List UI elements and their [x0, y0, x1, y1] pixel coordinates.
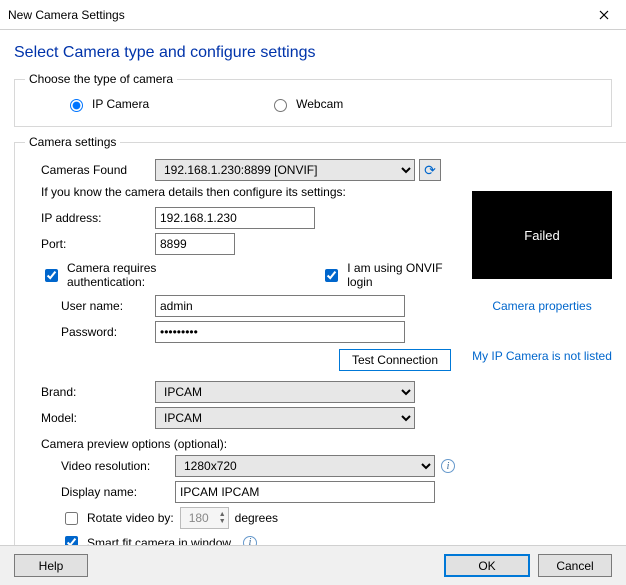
display-name-label: Display name: — [25, 485, 175, 499]
spinner-arrows-icon[interactable]: ▲▼ — [217, 511, 228, 525]
port-input[interactable] — [155, 233, 235, 255]
username-label: User name: — [25, 299, 155, 313]
password-input[interactable] — [155, 321, 405, 343]
ok-button[interactable]: OK — [444, 554, 530, 577]
username-input[interactable] — [155, 295, 405, 317]
brand-select[interactable]: IPCAM — [155, 381, 415, 403]
camera-properties-link[interactable]: Camera properties — [492, 299, 591, 313]
onvif-login-checkbox[interactable] — [325, 269, 338, 282]
radio-ip-camera-label: IP Camera — [92, 97, 149, 111]
cancel-button[interactable]: Cancel — [538, 554, 612, 577]
camera-type-group: Choose the type of camera IP Camera Webc… — [14, 72, 612, 127]
page-headline: Select Camera type and configure setting… — [14, 44, 612, 62]
camera-settings-group: Camera settings Cameras Found 192.168.1.… — [14, 135, 626, 567]
model-label: Model: — [25, 411, 155, 425]
radio-webcam[interactable]: Webcam — [269, 96, 343, 112]
requires-auth-checkbox[interactable] — [45, 269, 58, 282]
radio-ip-camera[interactable]: IP Camera — [65, 96, 149, 112]
refresh-button[interactable]: ⟳ — [419, 159, 441, 181]
config-hint: If you know the camera details then conf… — [41, 185, 455, 199]
camera-type-legend: Choose the type of camera — [25, 72, 177, 86]
onvif-login-label: I am using ONVIF login — [347, 261, 455, 289]
requires-auth-label: Camera requires authentication: — [67, 261, 219, 289]
rotate-degrees-spinner[interactable]: ▲▼ — [180, 507, 229, 529]
refresh-icon: ⟳ — [424, 162, 436, 179]
model-select[interactable]: IPCAM — [155, 407, 415, 429]
radio-ip-camera-input[interactable] — [70, 99, 83, 112]
rotate-video-checkbox[interactable] — [65, 512, 78, 525]
close-button[interactable] — [581, 0, 626, 30]
rotate-degrees-input — [181, 508, 217, 528]
close-icon — [599, 10, 609, 20]
ip-address-label: IP address: — [25, 211, 155, 225]
cameras-found-select[interactable]: 192.168.1.230:8899 [ONVIF] — [155, 159, 415, 181]
port-label: Port: — [25, 237, 155, 251]
brand-label: Brand: — [25, 385, 155, 399]
camera-preview: Failed — [472, 191, 612, 279]
window-title: New Camera Settings — [8, 8, 581, 22]
ip-address-input[interactable] — [155, 207, 315, 229]
help-button[interactable]: Help — [14, 554, 88, 577]
display-name-input[interactable] — [175, 481, 435, 503]
rotate-video-label: Rotate video by: — [87, 511, 174, 525]
preview-status-text: Failed — [524, 228, 559, 243]
cameras-found-label: Cameras Found — [25, 163, 155, 177]
radio-webcam-label: Webcam — [296, 97, 343, 111]
resolution-label: Video resolution: — [25, 459, 175, 473]
not-listed-link[interactable]: My IP Camera is not listed — [472, 349, 612, 363]
info-icon[interactable]: i — [441, 459, 455, 473]
radio-webcam-input[interactable] — [274, 99, 287, 112]
preview-options-heading: Camera preview options (optional): — [41, 437, 455, 451]
password-label: Password: — [25, 325, 155, 339]
rotate-unit-label: degrees — [235, 511, 278, 525]
test-connection-button[interactable]: Test Connection — [339, 349, 451, 371]
resolution-select[interactable]: 1280x720 — [175, 455, 435, 477]
camera-settings-legend: Camera settings — [25, 135, 120, 149]
